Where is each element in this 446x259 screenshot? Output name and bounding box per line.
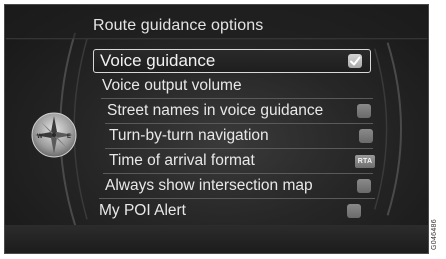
bottom-bar — [5, 225, 428, 253]
voice-guidance-checkbox[interactable] — [348, 54, 362, 68]
compass-letter-e: E — [67, 134, 71, 140]
screen-title: Route guidance options — [93, 17, 264, 34]
menu-item-label: My POI Alert — [99, 202, 186, 219]
street-names-checkbox[interactable] — [357, 104, 371, 118]
turn-by-turn-checkbox[interactable] — [359, 129, 373, 143]
menu-item-label: Time of arrival format — [109, 152, 255, 169]
menu-item-time-of-arrival-format[interactable]: Time of arrival format RTA — [109, 149, 375, 173]
menu-item-label: Street names in voice guidance — [107, 102, 324, 119]
rta-badge: RTA — [355, 155, 375, 168]
compass-letter-w: W — [37, 134, 43, 140]
menu-item-label: Voice guidance — [100, 51, 216, 70]
navigation-screen: Route guidance options W E Voice guidanc… — [4, 4, 429, 254]
checkmark-icon — [350, 56, 361, 66]
intersection-map-checkbox[interactable] — [357, 179, 371, 193]
compass-rose-icon: W E — [31, 112, 77, 158]
menu-item-street-names-in-voice-guidance[interactable]: Street names in voice guidance — [107, 99, 373, 123]
menu-item-voice-guidance[interactable]: Voice guidance — [93, 49, 371, 73]
menu-item-my-poi-alert[interactable]: My POI Alert — [99, 199, 373, 223]
menu-item-turn-by-turn-navigation[interactable]: Turn-by-turn navigation — [109, 124, 373, 148]
menu-item-label: Voice output volume — [102, 77, 242, 94]
menu-item-always-show-intersection-map[interactable]: Always show intersection map — [105, 174, 373, 198]
my-poi-alert-checkbox[interactable] — [347, 204, 361, 218]
image-id-label: G046486 — [431, 219, 438, 250]
menu-item-voice-output-volume[interactable]: Voice output volume — [102, 74, 372, 98]
menu-item-label: Turn-by-turn navigation — [109, 127, 269, 144]
menu-item-label: Always show intersection map — [105, 177, 313, 194]
